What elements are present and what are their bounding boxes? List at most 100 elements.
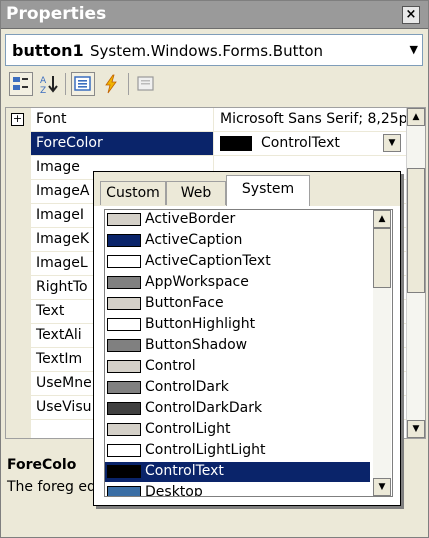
color-item[interactable]: ButtonFace [105, 294, 370, 314]
alphabetical-icon: A Z [40, 76, 58, 96]
scroll-up-icon[interactable]: ▲ [407, 108, 425, 126]
color-swatch [107, 297, 141, 310]
color-item[interactable]: Desktop [105, 483, 370, 497]
toolbar: A Z [5, 69, 425, 101]
tab-web[interactable]: Web [166, 181, 226, 205]
property-name: Image [36, 159, 80, 175]
toolbar-separator [128, 73, 129, 95]
property-name: ImageI [36, 207, 84, 223]
color-item[interactable]: AppWorkspace [105, 273, 370, 293]
color-swatch [107, 213, 141, 226]
color-label: Desktop [145, 484, 203, 497]
list-scrollbar[interactable]: ▲ ▼ [373, 210, 391, 496]
color-label: ControlText [145, 463, 224, 479]
property-name: RightTo [36, 279, 88, 295]
object-name: button1 [12, 41, 84, 60]
tab-system[interactable]: System [226, 175, 310, 206]
color-label: ControlLightLight [145, 442, 266, 458]
color-swatch [107, 423, 141, 436]
properties-button[interactable] [71, 72, 95, 96]
properties-icon [74, 76, 91, 91]
color-swatch [107, 318, 141, 331]
chevron-down-icon[interactable]: ▼ [383, 134, 401, 152]
events-icon [105, 74, 117, 94]
color-label: ActiveCaptionText [145, 253, 271, 269]
color-swatch [107, 339, 141, 352]
svg-text:A: A [40, 76, 47, 86]
color-swatch [107, 465, 141, 478]
property-name: ImageK [36, 231, 90, 247]
title-bar: Properties × [1, 1, 428, 29]
color-picker-popup: Custom Web System ▲ ▼ ActiveBorder Active… [93, 171, 401, 506]
properties-window: Properties × button1 System.Windows.Form… [0, 0, 429, 538]
close-button[interactable]: × [402, 6, 420, 24]
color-swatch [107, 234, 141, 247]
color-label: AppWorkspace [145, 274, 249, 290]
grid-scrollbar[interactable]: ▲ ▼ [406, 108, 425, 438]
expand-icon[interactable]: + [11, 113, 24, 126]
object-selector[interactable]: button1 System.Windows.Forms.Button ▼ [5, 34, 423, 66]
toolbar-separator [65, 73, 66, 95]
property-value[interactable]: Microsoft Sans Serif; 8,25pt [220, 111, 413, 127]
scroll-thumb[interactable] [407, 168, 425, 293]
color-swatch [107, 444, 141, 457]
color-item[interactable]: ActiveCaptionText [105, 252, 370, 272]
color-item[interactable]: ActiveCaption [105, 231, 370, 251]
color-label: ControlDark [145, 379, 229, 395]
property-name: ImageL [36, 255, 88, 271]
color-label: Control [145, 358, 196, 374]
property-name: ImageA [36, 183, 90, 199]
color-swatch [107, 486, 141, 496]
color-label: ActiveBorder [145, 211, 236, 227]
property-value[interactable]: ControlText [261, 135, 340, 151]
color-item[interactable]: ControlLight [105, 420, 370, 440]
color-label: ActiveCaption [145, 232, 243, 248]
color-tabs: Custom Web System [94, 172, 400, 206]
color-item[interactable]: ButtonHighlight [105, 315, 370, 335]
scroll-down-icon[interactable]: ▼ [373, 478, 391, 496]
color-item[interactable]: ControlLightLight [105, 441, 370, 461]
categorized-icon [13, 77, 28, 90]
chevron-down-icon[interactable]: ▼ [410, 43, 418, 56]
property-name: UseVisu [36, 399, 92, 415]
color-swatch [107, 360, 141, 373]
property-name: UseMne [36, 375, 92, 391]
window-title: Properties [6, 4, 107, 24]
color-swatch [107, 402, 141, 415]
property-pages-icon [137, 76, 154, 91]
color-swatch [107, 276, 141, 289]
tab-custom[interactable]: Custom [100, 181, 166, 205]
property-row-font[interactable]: + Font Microsoft Sans Serif; 8,25pt [6, 108, 413, 132]
scroll-up-icon[interactable]: ▲ [373, 210, 391, 228]
color-item[interactable]: ActiveBorder [105, 210, 370, 230]
color-item[interactable]: ButtonShadow [105, 336, 370, 356]
categorized-button[interactable] [9, 72, 33, 96]
object-type: System.Windows.Forms.Button [90, 42, 324, 60]
color-label: ButtonHighlight [145, 316, 256, 332]
color-label: ControlLight [145, 421, 231, 437]
property-name: TextIm [36, 351, 83, 367]
description-title: ForeColo [7, 457, 77, 473]
property-row-forecolor[interactable]: ForeColor ControlText ▼ [6, 132, 406, 156]
property-name: Text [36, 303, 65, 319]
color-item[interactable]: ControlDarkDark [105, 399, 370, 419]
property-name: TextAli [36, 327, 82, 343]
alphabetical-button[interactable]: A Z [37, 72, 61, 96]
color-swatch [107, 381, 141, 394]
system-color-list: ▲ ▼ ActiveBorder ActiveCaption ActiveCapti… [104, 209, 393, 497]
property-name: ForeColor [36, 135, 103, 151]
scroll-thumb[interactable] [373, 228, 391, 288]
color-item[interactable]: ControlDark [105, 378, 370, 398]
property-name: Font [36, 111, 67, 127]
color-label: ControlDarkDark [145, 400, 263, 416]
scroll-down-icon[interactable]: ▼ [407, 420, 425, 438]
color-swatch [220, 136, 252, 151]
color-label: ButtonShadow [145, 337, 248, 353]
color-item[interactable]: ControlText [105, 462, 370, 482]
color-swatch [107, 255, 141, 268]
svg-text:Z: Z [40, 86, 46, 95]
property-pages-button[interactable] [134, 72, 158, 96]
color-item[interactable]: Control [105, 357, 370, 377]
events-button[interactable] [99, 72, 123, 96]
color-label: ButtonFace [145, 295, 224, 311]
